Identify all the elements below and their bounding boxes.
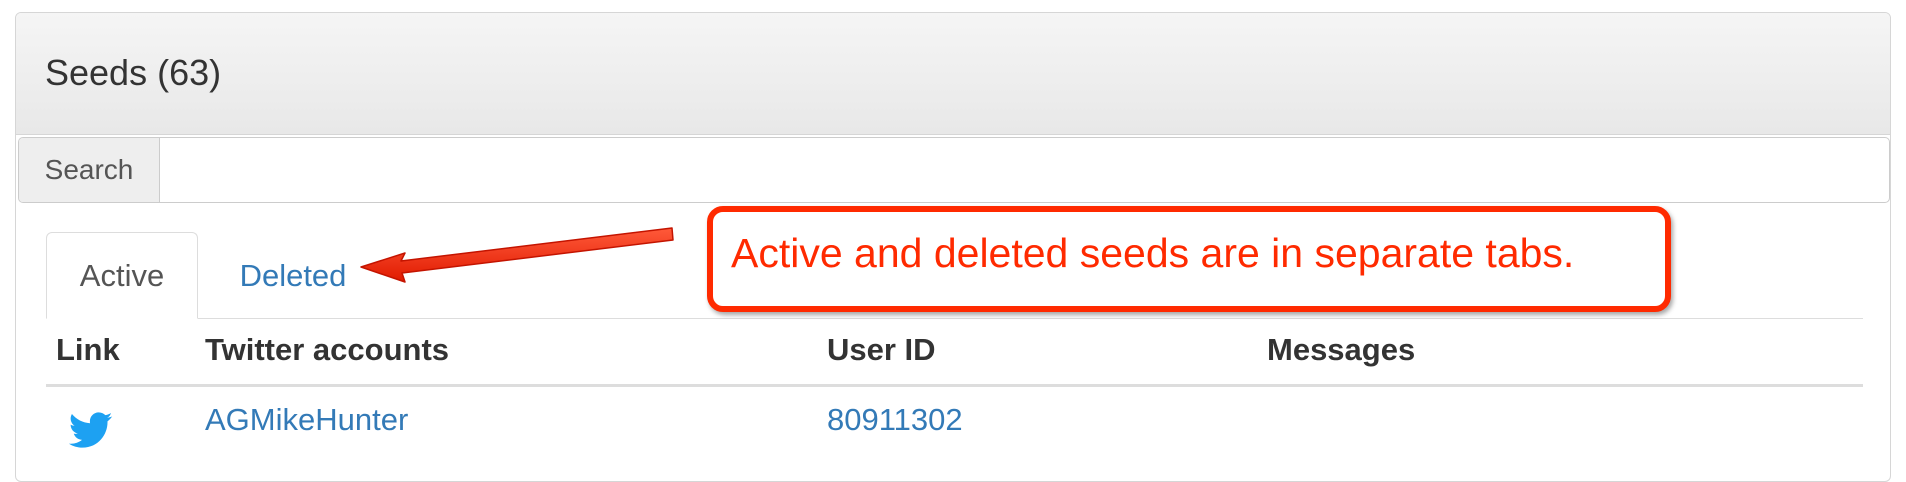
annotation-arrow xyxy=(360,227,674,283)
search-label: Search xyxy=(19,138,160,202)
tab-active[interactable]: Active xyxy=(46,232,198,319)
panel-title: Seeds (63) xyxy=(45,52,222,93)
table-header-divider xyxy=(46,384,1863,387)
search-bar: Search xyxy=(18,137,1890,203)
tabs-divider xyxy=(46,318,1863,319)
search-input[interactable] xyxy=(161,138,1889,202)
tab-deleted[interactable]: Deleted xyxy=(213,232,373,319)
column-header-messages: Messages xyxy=(1267,332,1416,367)
annotation-callout: Active and deleted seeds are in separate… xyxy=(707,206,1671,312)
column-header-link: Link xyxy=(56,332,120,367)
panel-header: Seeds (63) xyxy=(16,13,1890,135)
column-header-user-id: User ID xyxy=(827,332,936,367)
twitter-icon[interactable] xyxy=(66,408,116,452)
twitter-account-link[interactable]: AGMikeHunter xyxy=(205,404,408,435)
column-header-twitter-accounts: Twitter accounts xyxy=(205,332,450,367)
annotation-text: Active and deleted seeds are in separate… xyxy=(731,230,1575,276)
user-id-link[interactable]: 80911302 xyxy=(827,404,963,435)
